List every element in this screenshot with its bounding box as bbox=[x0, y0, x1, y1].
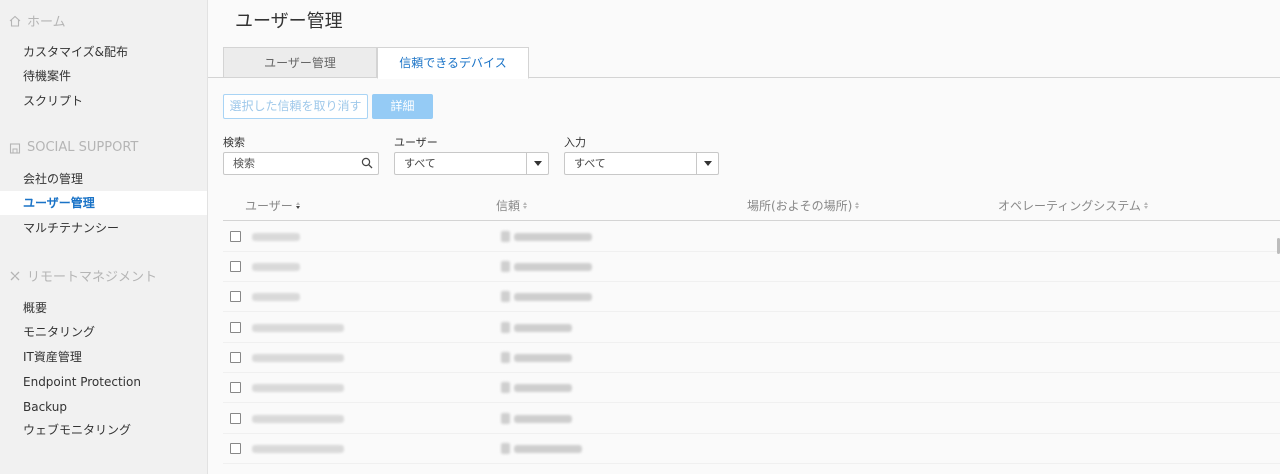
input-filter-select[interactable]: すべて bbox=[564, 152, 719, 175]
sidebar-section-label: SOCIAL SUPPORT bbox=[27, 140, 139, 155]
device-icon bbox=[501, 443, 510, 454]
input-filter-label: 入力 bbox=[564, 136, 586, 149]
column-header-label: オペレーティングシステム bbox=[998, 199, 1141, 213]
row-checkbox[interactable] bbox=[230, 261, 241, 272]
device-icon bbox=[501, 382, 510, 393]
redacted-trust bbox=[514, 415, 572, 423]
search-placeholder: 検索 bbox=[233, 157, 255, 170]
sidebar-section-remote[interactable]: リモートマネジメント bbox=[8, 266, 157, 285]
redacted-user bbox=[252, 415, 344, 423]
redacted-user bbox=[252, 293, 300, 301]
sort-icon bbox=[523, 202, 528, 209]
building-icon bbox=[9, 142, 21, 154]
table-row[interactable] bbox=[223, 313, 1280, 343]
redacted-user bbox=[252, 263, 300, 271]
page-title: ユーザー管理 bbox=[235, 11, 343, 32]
revoke-trust-button[interactable]: 選択した信頼を取り消す bbox=[223, 94, 368, 119]
column-header-os[interactable]: オペレーティングシステム bbox=[998, 197, 1148, 214]
chevron-down-icon bbox=[526, 153, 548, 174]
redacted-trust bbox=[514, 384, 572, 392]
device-icon bbox=[501, 352, 510, 363]
redacted-trust bbox=[514, 354, 572, 362]
device-icon bbox=[501, 413, 510, 424]
device-icon bbox=[501, 291, 510, 302]
redacted-trust bbox=[514, 233, 592, 241]
app-window: ホーム カスタマイズ&配布 待機案件 スクリプト SOCIAL SUPPORT … bbox=[0, 0, 1280, 474]
sort-icon bbox=[295, 202, 300, 209]
device-icon bbox=[501, 322, 510, 333]
chevron-down-icon bbox=[696, 153, 718, 174]
input-filter-value: すべて bbox=[574, 157, 606, 170]
table-row[interactable] bbox=[223, 434, 1280, 464]
detail-button[interactable]: 詳細 bbox=[372, 94, 433, 119]
redacted-trust bbox=[514, 445, 582, 453]
row-checkbox[interactable] bbox=[230, 413, 241, 424]
row-checkbox[interactable] bbox=[230, 443, 241, 454]
row-checkbox[interactable] bbox=[230, 352, 241, 363]
home-icon bbox=[9, 15, 21, 27]
column-header-label: 場所(およその場所) bbox=[747, 199, 853, 213]
user-filter-label: ユーザー bbox=[394, 136, 438, 149]
row-checkbox[interactable] bbox=[230, 382, 241, 393]
sidebar-item-multitenancy[interactable]: マルチテナンシー bbox=[0, 216, 207, 240]
tab-user-management[interactable]: ユーザー管理 bbox=[223, 47, 377, 78]
tab-bar: ユーザー管理 信頼できるデバイス bbox=[208, 47, 1280, 79]
table-header: ユーザー 信頼 場所(およその場所) オペレーティングシステム bbox=[223, 191, 1280, 221]
table-row[interactable] bbox=[223, 404, 1280, 434]
sidebar-item-web-monitoring[interactable]: ウェブモニタリング bbox=[0, 418, 207, 442]
sidebar: ホーム カスタマイズ&配布 待機案件 スクリプト SOCIAL SUPPORT … bbox=[0, 0, 208, 474]
redacted-user bbox=[252, 445, 344, 453]
column-header-label: ユーザー bbox=[245, 199, 293, 213]
redacted-user bbox=[252, 384, 344, 392]
table-row[interactable] bbox=[223, 282, 1280, 312]
redacted-user bbox=[252, 233, 300, 241]
sidebar-section-label: ホーム bbox=[27, 15, 66, 30]
sidebar-item-company[interactable]: 会社の管理 bbox=[0, 167, 207, 191]
table-row[interactable] bbox=[223, 373, 1280, 403]
sort-icon bbox=[1143, 202, 1148, 209]
column-header-trust[interactable]: 信頼 bbox=[496, 197, 528, 214]
search-input[interactable]: 検索 bbox=[223, 152, 379, 175]
user-filter-value: すべて bbox=[404, 157, 436, 170]
table-row[interactable] bbox=[223, 252, 1280, 282]
device-icon bbox=[501, 261, 510, 272]
sidebar-section-social[interactable]: SOCIAL SUPPORT bbox=[8, 140, 138, 155]
search-label: 検索 bbox=[223, 136, 245, 149]
sidebar-item-customize[interactable]: カスタマイズ&配布 bbox=[0, 40, 207, 64]
sidebar-section-label: リモートマネジメント bbox=[27, 270, 158, 285]
sidebar-item-endpoint-protection[interactable]: Endpoint Protection bbox=[0, 370, 207, 394]
main-content: ユーザー管理 ユーザー管理 信頼できるデバイス 選択した信頼を取り消す 詳細 検… bbox=[208, 0, 1280, 474]
sidebar-item-monitoring[interactable]: モニタリング bbox=[0, 320, 207, 344]
redacted-user bbox=[252, 324, 344, 332]
sidebar-item-pending[interactable]: 待機案件 bbox=[0, 64, 207, 88]
search-icon bbox=[361, 157, 373, 169]
row-checkbox[interactable] bbox=[230, 231, 241, 242]
sidebar-section-home[interactable]: ホーム bbox=[8, 11, 66, 30]
redacted-trust bbox=[514, 324, 572, 332]
row-checkbox[interactable] bbox=[230, 291, 241, 302]
user-filter-select[interactable]: すべて bbox=[394, 152, 549, 175]
sort-icon bbox=[855, 202, 860, 209]
sidebar-item-it-assets[interactable]: IT資産管理 bbox=[0, 345, 207, 369]
sidebar-item-overview[interactable]: 概要 bbox=[0, 296, 207, 320]
redacted-trust bbox=[514, 293, 592, 301]
column-header-label: 信頼 bbox=[496, 199, 521, 213]
sidebar-item-users[interactable]: ユーザー管理 bbox=[0, 191, 207, 215]
tab-trusted-devices[interactable]: 信頼できるデバイス bbox=[377, 47, 529, 79]
remote-management-icon bbox=[10, 271, 20, 280]
redacted-user bbox=[252, 354, 344, 362]
table-row[interactable] bbox=[223, 343, 1280, 373]
sidebar-item-backup[interactable]: Backup bbox=[0, 395, 207, 419]
row-checkbox[interactable] bbox=[230, 322, 241, 333]
device-icon bbox=[501, 231, 510, 242]
column-header-location[interactable]: 場所(およその場所) bbox=[747, 197, 860, 214]
column-header-user[interactable]: ユーザー bbox=[245, 197, 300, 214]
sidebar-item-scripts[interactable]: スクリプト bbox=[0, 89, 207, 113]
table-row[interactable] bbox=[223, 222, 1280, 252]
redacted-trust bbox=[514, 263, 592, 271]
